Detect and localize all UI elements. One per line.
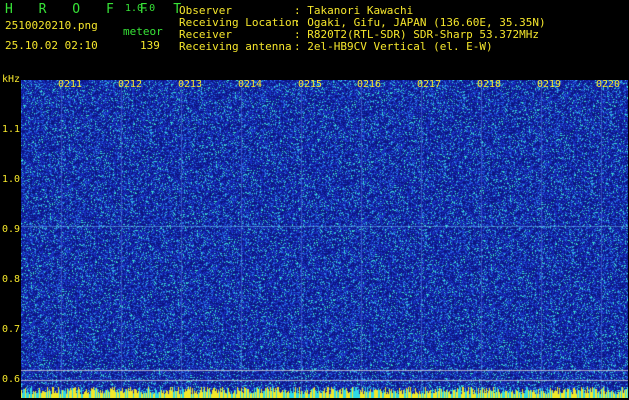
x-tick-0219: 0219 — [537, 79, 562, 90]
y-tick-1-1: 1.1 — [2, 124, 21, 135]
x-tick-0213: 0213 — [178, 79, 203, 90]
x-tick-0212: 0212 — [118, 79, 143, 90]
spectrogram-image — [21, 80, 628, 398]
y-tick-0-7: 0.7 — [2, 324, 21, 335]
x-tick-0211: 0211 — [58, 79, 83, 90]
antenna-value: : 2el-HB9CV Vertical (el. E-W) — [294, 40, 493, 53]
antenna-label: Receiving antenna — [179, 40, 292, 53]
count-label: 139 — [140, 39, 160, 52]
x-tick-0220: 0220 — [596, 79, 621, 90]
datetime-label: 25.10.02 02:10 — [5, 39, 98, 52]
x-tick-0215: 0215 — [298, 79, 323, 90]
y-tick-0-8: 0.8 — [2, 274, 21, 285]
y-unit-label: kHz — [2, 74, 21, 85]
x-tick-0214: 0214 — [238, 79, 263, 90]
x-tick-0216: 0216 — [357, 79, 382, 90]
x-tick-0218: 0218 — [477, 79, 502, 90]
frequency-axis: kHz 1.1 1.0 0.9 0.8 0.7 0.6 — [0, 74, 21, 400]
app-version: 1.0.0 — [125, 3, 156, 14]
mode-label: meteor — [123, 25, 163, 38]
y-tick-0-9: 0.9 — [2, 224, 21, 235]
filename-label: 2510020210.png — [5, 19, 98, 32]
x-tick-0217: 0217 — [417, 79, 442, 90]
y-tick-1-0: 1.0 — [2, 174, 21, 185]
app-logo: H R O F F T — [5, 2, 191, 17]
y-tick-0-6: 0.6 — [2, 374, 21, 385]
